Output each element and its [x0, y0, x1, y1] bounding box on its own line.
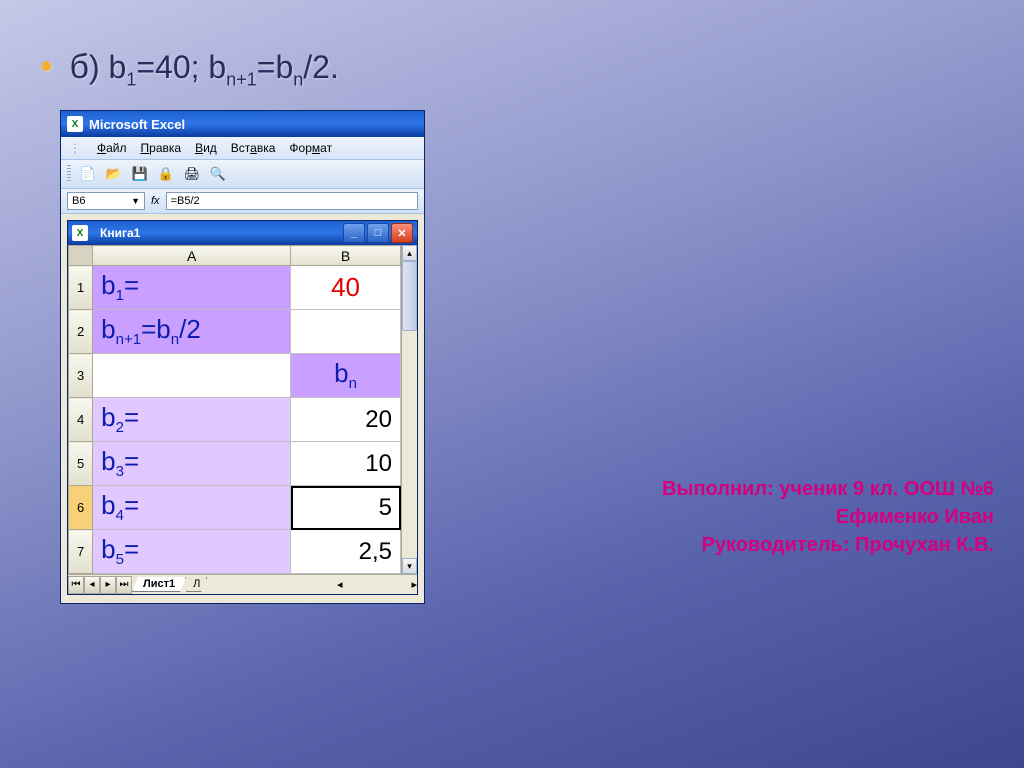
cell[interactable]: bn	[291, 354, 401, 398]
cell[interactable]: 10	[291, 442, 401, 486]
spreadsheet-grid[interactable]: A B 1b1=40 2bn+1=bn/23 bn 4b2=20 5b3=10 6b4=5…	[68, 245, 401, 574]
menu-insert[interactable]: Вставка	[231, 141, 276, 155]
bullet-icon: •	[40, 45, 53, 86]
menu-view[interactable]: Вид	[195, 141, 217, 155]
window-controls: _ □ ✕	[343, 223, 413, 243]
print-button[interactable]: 🖨	[181, 163, 203, 185]
name-box-value: B6	[72, 195, 85, 207]
row-header[interactable]: 7	[69, 530, 93, 574]
menu-file[interactable]: Файл	[97, 141, 127, 155]
tab-navigation: ⏮ ◂ ▸ ⏭	[68, 576, 132, 594]
row-header[interactable]: 6	[69, 486, 93, 530]
menu-format[interactable]: Формат	[289, 141, 332, 155]
dropdown-icon[interactable]: ▼	[131, 196, 140, 206]
credit-line-2: Ефименко Иван	[662, 503, 994, 531]
select-all-corner[interactable]	[69, 246, 93, 266]
cell[interactable]: b5=	[93, 530, 291, 574]
row-header[interactable]: 3	[69, 354, 93, 398]
close-button[interactable]: ✕	[391, 223, 413, 243]
sheet-tab-2[interactable]: Л	[186, 577, 207, 592]
row-header[interactable]: 2	[69, 310, 93, 354]
tab-last-button[interactable]: ⏭	[116, 576, 132, 594]
toolbar-grip-icon	[67, 165, 71, 183]
workbook-titlebar[interactable]: X Книга1 _ □ ✕	[68, 221, 417, 245]
fx-icon[interactable]: fx	[151, 195, 160, 207]
preview-button[interactable]: 🔍	[207, 163, 229, 185]
cell[interactable]	[291, 310, 401, 354]
sheet-tab-active[interactable]: Лист1	[132, 577, 186, 592]
workbook-window: X Книга1 _ □ ✕ A B 1b1=402bn+1=bn/23bn4b…	[67, 220, 418, 595]
tab-first-button[interactable]: ⏮	[68, 576, 84, 594]
row-header[interactable]: 5	[69, 442, 93, 486]
cell[interactable]	[93, 354, 291, 398]
heading-formula: b1=40; bn+1=bn/2.	[109, 49, 339, 85]
workbook-title: Книга1	[100, 226, 140, 240]
credit-line-3: Руководитель: Прочухан К.В.	[662, 531, 994, 559]
horizontal-scrollbar[interactable]: ◂ ▸	[337, 578, 417, 591]
permissions-button[interactable]: 🔒	[155, 163, 177, 185]
excel-app-window: X Microsoft Excel ⋮ Файл Правка Вид Вста…	[60, 110, 425, 604]
sheet-tab-strip: ⏮ ◂ ▸ ⏭ Лист1 Л ◂ ▸	[68, 574, 417, 594]
scroll-track[interactable]	[402, 261, 417, 558]
cell[interactable]: 40	[291, 266, 401, 310]
column-header-A[interactable]: A	[93, 246, 291, 266]
credit-line-1: Выполнил: ученик 9 кл. ООШ №6	[662, 475, 994, 503]
menu-bar: ⋮ Файл Правка Вид Вставка Формат	[61, 137, 424, 160]
workbook-icon: X	[72, 225, 88, 241]
cell[interactable]: b1=	[93, 266, 291, 310]
open-button[interactable]: 📂	[103, 163, 125, 185]
menu-grip-icon: ⋮	[69, 141, 81, 155]
name-box[interactable]: B6 ▼	[67, 192, 145, 210]
row-header[interactable]: 1	[69, 266, 93, 310]
standard-toolbar: 📄 📂 💾 🔒 🖨 🔍	[61, 160, 424, 189]
menu-edit[interactable]: Правка	[141, 141, 182, 155]
credits-block: Выполнил: ученик 9 кл. ООШ №6 Ефименко И…	[662, 475, 994, 559]
tab-next-button[interactable]: ▸	[100, 576, 116, 594]
excel-icon: X	[67, 116, 83, 132]
row-header[interactable]: 4	[69, 398, 93, 442]
cell[interactable]: 2,5	[291, 530, 401, 574]
formula-bar: B6 ▼ fx =B5/2	[61, 189, 424, 214]
cell[interactable]: bn+1=bn/2	[93, 310, 291, 354]
scroll-thumb[interactable]	[402, 261, 417, 331]
new-button[interactable]: 📄	[77, 163, 99, 185]
slide-heading: • б) b1=40; bn+1=bn/2.	[40, 45, 339, 90]
cell[interactable]: b4=	[93, 486, 291, 530]
save-button[interactable]: 💾	[129, 163, 151, 185]
cell[interactable]: b2=	[93, 398, 291, 442]
cell[interactable]: 5	[291, 486, 401, 530]
heading-letter: б	[70, 48, 89, 86]
heading-paren: )	[89, 49, 100, 85]
scroll-right-button[interactable]: ▸	[411, 578, 417, 591]
vertical-scrollbar[interactable]: ▴ ▾	[401, 245, 417, 574]
app-title: Microsoft Excel	[89, 117, 185, 132]
tab-prev-button[interactable]: ◂	[84, 576, 100, 594]
scroll-up-button[interactable]: ▴	[402, 245, 417, 261]
maximize-button[interactable]: □	[367, 223, 389, 243]
column-header-B[interactable]: B	[291, 246, 401, 266]
cell[interactable]: b3=	[93, 442, 291, 486]
formula-input[interactable]: =B5/2	[166, 192, 418, 210]
app-titlebar[interactable]: X Microsoft Excel	[61, 111, 424, 137]
scroll-down-button[interactable]: ▾	[402, 558, 417, 574]
cell[interactable]: 20	[291, 398, 401, 442]
minimize-button[interactable]: _	[343, 223, 365, 243]
